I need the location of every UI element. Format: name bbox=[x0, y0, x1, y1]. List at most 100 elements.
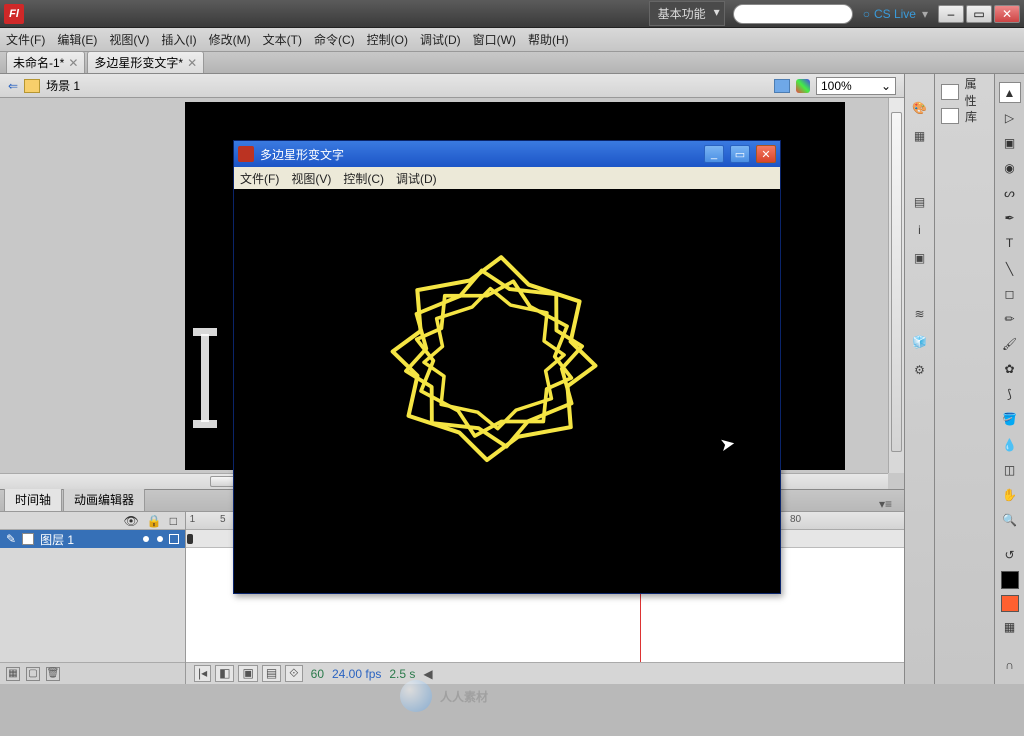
bone-tool[interactable]: ⟆ bbox=[999, 384, 1021, 405]
tab-close-icon[interactable]: ✕ bbox=[68, 56, 78, 70]
preview-titlebar[interactable]: 多边星形变文字 _ ▭ ✕ bbox=[234, 141, 780, 167]
menu-help[interactable]: 帮助(H) bbox=[528, 31, 569, 48]
current-frame: 60 bbox=[311, 667, 324, 681]
menu-control[interactable]: 控制(O) bbox=[367, 31, 408, 48]
eraser-tool[interactable]: ◫ bbox=[999, 459, 1021, 480]
tab-close-icon[interactable]: ✕ bbox=[187, 56, 197, 70]
tab-timeline[interactable]: 时间轴 bbox=[4, 487, 62, 511]
zoom-select[interactable]: 100% bbox=[816, 77, 896, 95]
hand-tool[interactable]: ✋ bbox=[999, 484, 1021, 505]
text-tool[interactable]: T bbox=[999, 233, 1021, 254]
watermark-logo-icon bbox=[400, 680, 432, 712]
preview-menu-file[interactable]: 文件(F) bbox=[240, 170, 279, 187]
library-icon bbox=[941, 108, 959, 124]
cslive-button[interactable]: CS Live bbox=[863, 7, 928, 21]
pen-tool[interactable]: ✒ bbox=[999, 208, 1021, 229]
menu-insert[interactable]: 插入(I) bbox=[161, 31, 196, 48]
properties-label: 属性 bbox=[965, 75, 988, 109]
menu-text[interactable]: 文本(T) bbox=[263, 31, 302, 48]
stroke-color-swatch[interactable] bbox=[1001, 571, 1019, 588]
vertical-scrollbar[interactable] bbox=[888, 98, 904, 473]
fill-color-swatch[interactable] bbox=[1001, 595, 1019, 612]
app-titlebar: Fl 基本功能 CS Live – ▭ ✕ bbox=[0, 0, 1024, 28]
preview-max-button[interactable]: ▭ bbox=[730, 145, 750, 163]
library-label: 库 bbox=[965, 108, 977, 125]
lasso-tool[interactable]: ᔕ bbox=[999, 183, 1021, 204]
layer-outline-icon[interactable]: □ bbox=[170, 514, 177, 528]
preview-min-button[interactable]: _ bbox=[704, 145, 724, 163]
edit-symbol-icon[interactable] bbox=[796, 79, 810, 93]
line-tool[interactable]: ╲ bbox=[999, 258, 1021, 279]
flash-preview-window: 多边星形变文字 _ ▭ ✕ 文件(F) 视图(V) 控制(C) 调试(D) bbox=[233, 140, 781, 594]
onion2-icon[interactable]: ▣ bbox=[238, 665, 257, 682]
window-close-button[interactable]: ✕ bbox=[994, 5, 1020, 23]
marker-icon[interactable]: ⟐ bbox=[285, 665, 302, 682]
flash-player-icon bbox=[238, 146, 254, 162]
free-transform-tool[interactable]: ▣ bbox=[999, 132, 1021, 153]
rewind-icon[interactable]: |◂ bbox=[194, 665, 211, 682]
menu-view[interactable]: 视图(V) bbox=[109, 31, 149, 48]
color-panel-icon[interactable]: 🎨 bbox=[910, 98, 930, 118]
menu-file[interactable]: 文件(F) bbox=[6, 31, 45, 48]
watermark: 人人素材 bbox=[400, 680, 488, 712]
layer-name: 图层 1 bbox=[40, 531, 74, 548]
stroke-swap-icon[interactable]: ↺ bbox=[999, 544, 1021, 565]
paint-bucket-tool[interactable]: 🪣 bbox=[999, 409, 1021, 430]
keyframe[interactable] bbox=[187, 534, 193, 544]
options-icon[interactable]: ▦ bbox=[999, 616, 1021, 637]
document-tab[interactable]: 未命名-1*✕ bbox=[6, 51, 85, 73]
window-min-button[interactable]: – bbox=[938, 5, 964, 23]
info-panel-icon[interactable]: i bbox=[910, 220, 930, 240]
rectangle-tool[interactable]: ◻ bbox=[999, 283, 1021, 304]
fps-value: 24.00 fps bbox=[332, 667, 381, 681]
scene-icon bbox=[24, 79, 40, 93]
project-panel-icon[interactable]: 🧊 bbox=[910, 332, 930, 352]
deco-tool[interactable]: ✿ bbox=[999, 359, 1021, 380]
layer-visibility-icon[interactable]: 👁 bbox=[124, 514, 139, 528]
menubar: 文件(F) 编辑(E) 视图(V) 插入(I) 修改(M) 文本(T) 命令(C… bbox=[0, 28, 1024, 52]
layer-row[interactable]: ✎ 图层 1 bbox=[0, 530, 185, 548]
new-layer-button[interactable]: ▦ bbox=[6, 667, 20, 681]
collapsed-panel-strip: 🎨 ▦ ▤ i ▣ ≋ 🧊 ⚙ bbox=[904, 74, 934, 684]
preview-menubar: 文件(F) 视图(V) 控制(C) 调试(D) bbox=[234, 167, 780, 189]
properties-item[interactable]: 属性 bbox=[941, 80, 988, 104]
align-panel-icon[interactable]: ▤ bbox=[910, 192, 930, 212]
layer-color-swatch bbox=[169, 534, 179, 544]
preview-menu-view[interactable]: 视图(V) bbox=[291, 170, 331, 187]
delete-layer-button[interactable]: 🗑 bbox=[46, 667, 60, 681]
new-folder-button[interactable]: ▢ bbox=[26, 667, 40, 681]
snap-icon[interactable]: ∩ bbox=[999, 655, 1021, 676]
pencil-tool[interactable]: ✏ bbox=[999, 308, 1021, 329]
subselection-tool[interactable]: ▷ bbox=[999, 107, 1021, 128]
scene-back-button[interactable]: ⇐ bbox=[8, 79, 18, 93]
menu-commands[interactable]: 命令(C) bbox=[314, 31, 355, 48]
edit-scene-icon[interactable] bbox=[774, 79, 790, 93]
search-input[interactable] bbox=[733, 4, 853, 24]
onion-icon[interactable]: ◧ bbox=[215, 665, 234, 682]
tab-motion-editor[interactable]: 动画编辑器 bbox=[63, 487, 145, 511]
selection-tool[interactable]: ▲ bbox=[999, 82, 1021, 103]
menu-modify[interactable]: 修改(M) bbox=[209, 31, 251, 48]
motion-panel-icon[interactable]: ⚙ bbox=[910, 360, 930, 380]
window-max-button[interactable]: ▭ bbox=[966, 5, 992, 23]
swatches-panel-icon[interactable]: ▦ bbox=[910, 126, 930, 146]
workspace-selector[interactable]: 基本功能 bbox=[649, 1, 725, 26]
menu-edit[interactable]: 编辑(E) bbox=[57, 31, 97, 48]
transform-panel-icon[interactable]: ▣ bbox=[910, 248, 930, 268]
menu-window[interactable]: 窗口(W) bbox=[473, 31, 516, 48]
layer-lock-icon[interactable]: 🔒 bbox=[147, 514, 162, 528]
preview-menu-control[interactable]: 控制(C) bbox=[343, 170, 384, 187]
zoom-tool[interactable]: 🔍 bbox=[999, 509, 1021, 530]
flash-logo: Fl bbox=[4, 4, 24, 24]
properties-icon bbox=[941, 84, 959, 100]
brush-tool[interactable]: 🖌 bbox=[999, 333, 1021, 354]
preview-menu-debug[interactable]: 调试(D) bbox=[396, 170, 437, 187]
document-tab[interactable]: 多边星形变文字*✕ bbox=[87, 51, 204, 73]
eyedropper-tool[interactable]: 💧 bbox=[999, 434, 1021, 455]
preview-close-button[interactable]: ✕ bbox=[756, 145, 776, 163]
panel-menu-icon[interactable]: ▾≡ bbox=[871, 497, 900, 511]
component-panel-icon[interactable]: ≋ bbox=[910, 304, 930, 324]
onion3-icon[interactable]: ▤ bbox=[262, 665, 281, 682]
3d-rotate-tool[interactable]: ◉ bbox=[999, 157, 1021, 178]
menu-debug[interactable]: 调试(D) bbox=[420, 31, 461, 48]
